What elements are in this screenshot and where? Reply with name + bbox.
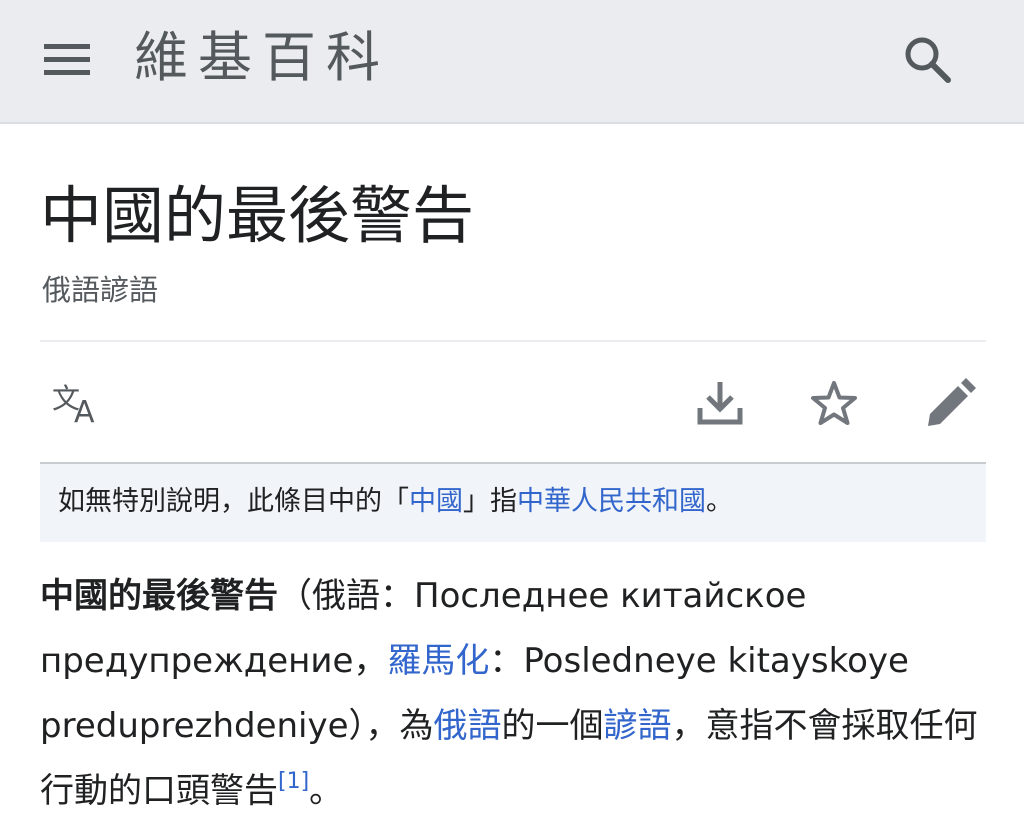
site-logo-title[interactable]: 維基百科 — [134, 26, 390, 90]
language-icon[interactable]: 文 A — [50, 378, 102, 430]
hatnote-notice: 如無特別說明，此條目中的「中國」指中華人民共和國。 — [40, 464, 986, 542]
menu-icon[interactable] — [40, 38, 92, 82]
notice-prefix: 如無特別說明，此條目中的「 — [58, 486, 409, 517]
edit-icon[interactable] — [924, 378, 976, 430]
download-icon[interactable] — [694, 378, 746, 430]
link-prc[interactable]: 中華人民共和國 — [517, 486, 706, 517]
page-title: 中國的最後警告 — [40, 179, 475, 252]
notice-suffix: 。 — [706, 486, 733, 517]
lead-bold-term: 中國的最後警告 — [40, 576, 278, 616]
link-china[interactable]: 中國 — [409, 486, 463, 517]
page-actions-bar: 文 A — [40, 342, 986, 464]
page-description: 俄語諺語 — [42, 273, 159, 307]
link-proverb[interactable]: 諺語 — [604, 706, 672, 746]
link-romanization[interactable]: 羅馬化 — [387, 641, 489, 681]
text-segment: 。 — [309, 771, 344, 811]
text-segment: 的一個 — [501, 706, 604, 746]
top-header: 維基百科 — [0, 0, 1024, 124]
article-lead-paragraph: 中國的最後警告（俄語：Последнее китайское предупреж… — [40, 564, 986, 824]
search-icon[interactable] — [900, 34, 956, 86]
link-russian[interactable]: 俄語 — [434, 706, 502, 746]
reference-link[interactable]: [1] — [278, 769, 309, 794]
star-icon[interactable] — [808, 378, 860, 430]
notice-middle: 」指 — [463, 486, 517, 517]
svg-text:A: A — [74, 395, 95, 430]
